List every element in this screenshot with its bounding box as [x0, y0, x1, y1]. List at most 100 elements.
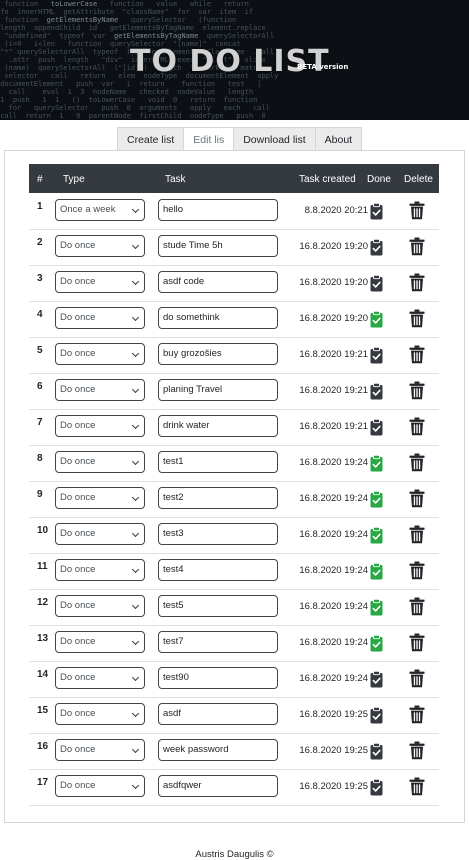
trash-icon[interactable] — [409, 273, 425, 292]
trash-icon[interactable] — [409, 669, 425, 688]
trash-icon[interactable] — [409, 633, 425, 652]
type-select-value: Do once — [60, 348, 96, 359]
trash-icon[interactable] — [409, 309, 425, 328]
task-input[interactable]: asdf code — [158, 271, 278, 293]
task-created-date: 16.8.2020 19:24 — [299, 457, 368, 468]
task-input[interactable]: test3 — [158, 523, 278, 545]
clipboard-check-icon[interactable] — [370, 383, 383, 400]
type-select[interactable]: Do once — [55, 739, 145, 761]
type-select[interactable]: Do once — [55, 595, 145, 617]
trash-icon[interactable] — [409, 417, 425, 436]
type-select[interactable]: Do once — [55, 415, 145, 437]
task-input[interactable]: test7 — [158, 631, 278, 653]
type-select[interactable]: Do once — [55, 775, 145, 797]
trash-icon[interactable] — [409, 381, 425, 400]
trash-icon[interactable] — [409, 237, 425, 256]
trash-icon[interactable] — [409, 201, 425, 220]
table-row: 4 Do once do somethink 16.8.2020 19:20 — [29, 302, 439, 338]
clipboard-check-icon[interactable] — [370, 491, 383, 508]
row-number: 14 — [37, 669, 49, 680]
clipboard-check-icon[interactable] — [370, 419, 383, 436]
type-select[interactable]: Do once — [55, 379, 145, 401]
task-input[interactable]: drink water — [158, 415, 278, 437]
task-input[interactable]: week password — [158, 739, 278, 761]
row-number: 12 — [37, 597, 49, 608]
clipboard-check-icon[interactable] — [370, 635, 383, 652]
trash-icon[interactable] — [409, 345, 425, 364]
table-row: 13 Do once test7 16.8.2020 19:24 — [29, 626, 439, 662]
type-select[interactable]: Do once — [55, 235, 145, 257]
chevron-down-icon — [131, 781, 140, 790]
type-select[interactable]: Do once — [55, 559, 145, 581]
task-created-date: 16.8.2020 19:21 — [299, 421, 368, 432]
task-created-date: 16.8.2020 19:24 — [299, 565, 368, 576]
table-row: 3 Do once asdf code 16.8.2020 19:20 — [29, 266, 439, 302]
task-input[interactable]: buy grozošies — [158, 343, 278, 365]
task-created-date: 16.8.2020 19:20 — [299, 241, 368, 252]
task-input[interactable]: asdf — [158, 703, 278, 725]
type-select[interactable]: Once a week — [55, 199, 145, 221]
clipboard-check-icon[interactable] — [370, 599, 383, 616]
task-input[interactable]: hello — [158, 199, 278, 221]
tab-download-list[interactable]: Download list — [233, 127, 316, 151]
type-select[interactable]: Do once — [55, 487, 145, 509]
type-select[interactable]: Do once — [55, 451, 145, 473]
clipboard-check-icon[interactable] — [370, 743, 383, 760]
trash-icon[interactable] — [409, 489, 425, 508]
task-input[interactable]: do somethink — [158, 307, 278, 329]
clipboard-check-icon[interactable] — [370, 203, 383, 220]
table-header: # Type Task Task created Done Delete — [29, 164, 439, 193]
chevron-down-icon — [131, 493, 140, 502]
chevron-down-icon — [131, 673, 140, 682]
trash-icon[interactable] — [409, 597, 425, 616]
tab-create-list[interactable]: Create list — [117, 127, 185, 151]
tab-edit-list[interactable]: Edit lis — [183, 127, 235, 151]
clipboard-check-icon[interactable] — [370, 275, 383, 292]
tab-about[interactable]: About — [314, 127, 363, 151]
clipboard-check-icon[interactable] — [370, 455, 383, 472]
row-number: 9 — [37, 489, 43, 500]
table-row: 7 Do once drink water 16.8.2020 19:21 — [29, 410, 439, 446]
table-row: 6 Do once planing Travel 16.8.2020 19:21 — [29, 374, 439, 410]
clipboard-check-icon[interactable] — [370, 527, 383, 544]
clipboard-check-icon[interactable] — [370, 671, 383, 688]
task-input[interactable]: test90 — [158, 667, 278, 689]
clipboard-check-icon[interactable] — [370, 239, 383, 256]
type-select[interactable]: Do once — [55, 271, 145, 293]
task-input[interactable]: test2 — [158, 487, 278, 509]
task-input[interactable]: stude Time 5h — [158, 235, 278, 257]
trash-icon[interactable] — [409, 741, 425, 760]
type-select[interactable]: Do once — [55, 523, 145, 545]
clipboard-check-icon[interactable] — [370, 563, 383, 580]
table-row: 8 Do once test1 16.8.2020 19:24 — [29, 446, 439, 482]
task-input[interactable]: test4 — [158, 559, 278, 581]
trash-icon[interactable] — [409, 777, 425, 796]
trash-icon[interactable] — [409, 453, 425, 472]
chevron-down-icon — [131, 421, 140, 430]
clipboard-check-icon[interactable] — [370, 347, 383, 364]
table-row: 15 Do once asdf 16.8.2020 19:25 — [29, 698, 439, 734]
clipboard-check-icon[interactable] — [370, 779, 383, 796]
clipboard-check-icon[interactable] — [370, 311, 383, 328]
trash-icon[interactable] — [409, 705, 425, 724]
type-select[interactable]: Do once — [55, 667, 145, 689]
chevron-down-icon — [131, 313, 140, 322]
task-input[interactable]: planing Travel — [158, 379, 278, 401]
type-select[interactable]: Do once — [55, 703, 145, 725]
header-banner: function toLowerCase function value whil… — [0, 0, 469, 120]
chevron-down-icon — [131, 205, 140, 214]
type-select[interactable]: Do once — [55, 631, 145, 653]
header-type: Type — [63, 174, 85, 185]
task-input[interactable]: test5 — [158, 595, 278, 617]
row-number: 15 — [37, 705, 49, 716]
type-select-value: Do once — [60, 636, 96, 647]
task-input[interactable]: test1 — [158, 451, 278, 473]
clipboard-check-icon[interactable] — [370, 707, 383, 724]
chevron-down-icon — [131, 457, 140, 466]
task-input[interactable]: asdfqwer — [158, 775, 278, 797]
trash-icon[interactable] — [409, 525, 425, 544]
type-select[interactable]: Do once — [55, 307, 145, 329]
task-created-date: 16.8.2020 19:24 — [299, 637, 368, 648]
type-select[interactable]: Do once — [55, 343, 145, 365]
trash-icon[interactable] — [409, 561, 425, 580]
